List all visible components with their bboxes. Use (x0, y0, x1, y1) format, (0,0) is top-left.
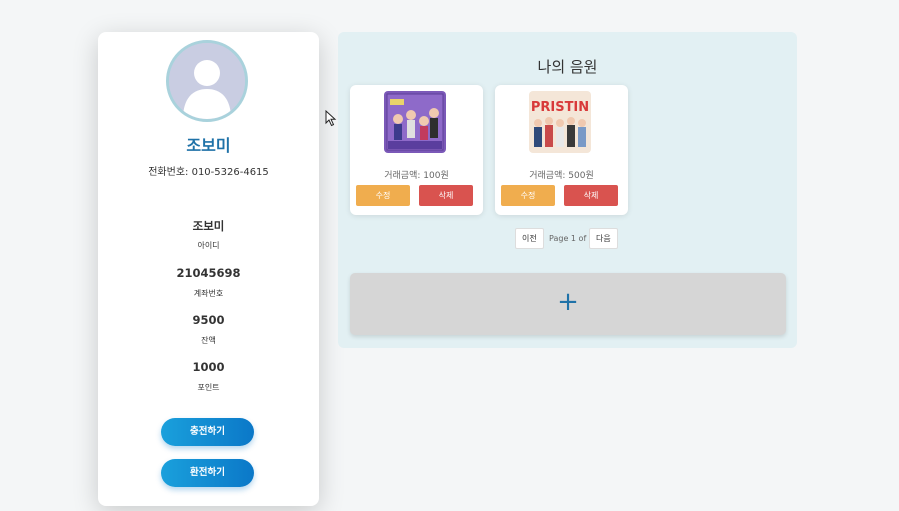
user-id-label: 아이디 (197, 241, 220, 250)
exchange-button[interactable]: 환전하기 (161, 459, 254, 487)
edit-button[interactable]: 수정 (356, 185, 410, 206)
price-text: 거래금액: 500원 (495, 168, 628, 181)
price-label: 거래금액: (529, 171, 566, 181)
next-page-button[interactable]: 다음 (589, 228, 618, 249)
balance-value: 9500 (192, 313, 225, 327)
album-cover-image (384, 91, 446, 153)
delete-button[interactable]: 삭제 (419, 185, 473, 206)
mouse-cursor-icon (325, 110, 337, 127)
edit-button[interactable]: 수정 (501, 185, 555, 206)
prev-page-button[interactable]: 이전 (515, 228, 544, 249)
profile-phone: 전화번호: 010-5326-4615 (98, 163, 319, 178)
charge-button[interactable]: 충전하기 (161, 418, 254, 446)
price-text: 거래금액: 100원 (350, 168, 483, 181)
my-music-panel: 나의 음원 거래금액: 100원 수정 삭제 PRISTIN 거래금액: 500… (338, 32, 797, 348)
points-value: 1000 (192, 360, 225, 374)
add-music-button[interactable]: + (350, 273, 786, 335)
price-label: 거래금액: (384, 171, 421, 181)
page-info: Page 1 of (549, 234, 587, 243)
album-title-text: PRISTIN (531, 100, 589, 115)
phone-value: 010-5326-4615 (191, 167, 269, 178)
profile-card: 조보미 전화번호: 010-5326-4615 조보미 아이디 21045698… (98, 32, 319, 506)
phone-label: 전화번호: (148, 167, 189, 178)
user-id-value: 조보미 (192, 219, 225, 233)
user-silhouette-icon (169, 43, 245, 119)
account-number-value: 21045698 (176, 266, 241, 280)
delete-button[interactable]: 삭제 (564, 185, 618, 206)
account-number-label: 계좌번호 (193, 289, 224, 298)
price-value: 100원 (423, 171, 449, 181)
panel-title: 나의 음원 (537, 58, 598, 76)
balance-label: 잔액 (201, 336, 216, 345)
points-label: 포인트 (197, 383, 220, 392)
profile-name: 조보미 (186, 136, 231, 155)
avatar (166, 40, 248, 122)
music-card: 거래금액: 100원 수정 삭제 (350, 85, 483, 215)
price-value: 500원 (568, 171, 594, 181)
music-card: PRISTIN 거래금액: 500원 수정 삭제 (495, 85, 628, 215)
plus-icon: + (557, 287, 579, 317)
album-cover-image: PRISTIN (529, 91, 591, 153)
